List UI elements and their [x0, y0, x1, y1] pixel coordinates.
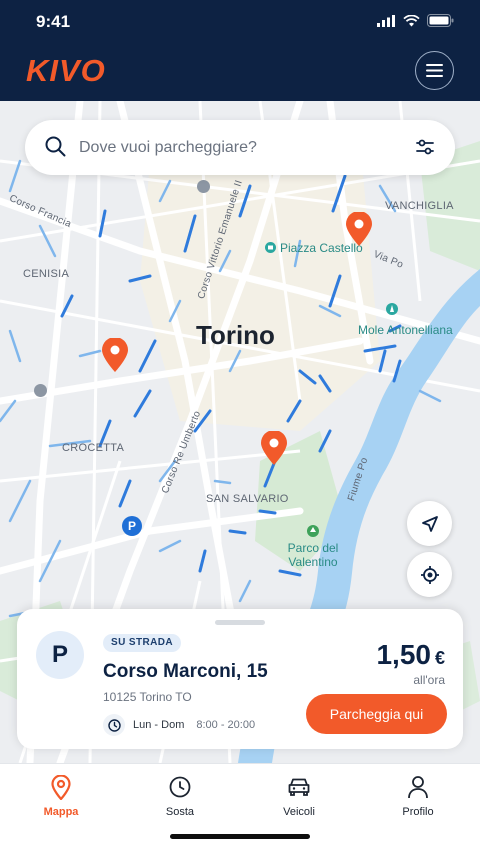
car-icon [288, 778, 310, 796]
tab-label: Profilo [402, 806, 434, 818]
map-label-vanchiglia: VANCHIGLIA [385, 200, 454, 212]
parking-type-badge: SU STRADA [103, 634, 181, 652]
tab-label: Veicoli [283, 806, 315, 818]
landmark-icon [386, 303, 398, 315]
app-header: 9:41 KIVO [0, 0, 480, 101]
parking-symbol: P [36, 631, 84, 679]
filter-sliders-icon[interactable] [415, 137, 435, 157]
tab-sosta[interactable]: Sosta [140, 774, 220, 818]
wifi-icon [403, 14, 420, 26]
poi-label-text: Parco del Valentino [287, 541, 339, 569]
poi-parco-valentino[interactable]: Parco del Valentino [282, 525, 344, 569]
search-input[interactable]: Dove vuoi parcheggiare? [79, 139, 257, 157]
menu-button[interactable] [415, 51, 454, 90]
map-label-cenisia: CENISIA [23, 268, 70, 280]
locate-me-icon [420, 565, 439, 584]
locate-me-button[interactable] [407, 552, 452, 597]
map-label-san-salvario: SAN SALVARIO [206, 493, 289, 505]
search-icon [45, 136, 66, 157]
navigation-arrow-icon [421, 515, 438, 532]
user-icon [408, 776, 428, 799]
tab-mappa[interactable]: Mappa [21, 774, 101, 818]
map-pin-icon [51, 774, 71, 800]
clock-icon [103, 714, 125, 736]
parking-city: 10125 Torino TO [103, 690, 192, 704]
parking-poi-icon[interactable]: P [122, 516, 142, 536]
train-station-icon [197, 180, 210, 193]
battery-icon [427, 14, 454, 27]
parking-pin[interactable] [102, 338, 128, 372]
parking-price: 1,50 € [376, 639, 445, 671]
parking-pin-selected[interactable] [261, 431, 287, 465]
poi-label-text: Mole Antonelliana [358, 323, 453, 337]
tab-label: Sosta [165, 806, 195, 818]
map-label-crocetta: CROCETTA [62, 442, 125, 454]
drag-handle[interactable] [215, 620, 265, 625]
status-time: 9:41 [36, 12, 71, 31]
parking-detail-card[interactable]: P SU STRADA Corso Marconi, 15 10125 Tori… [17, 609, 463, 749]
price-unit: all'ora [413, 673, 445, 687]
parking-address: Corso Marconi, 15 [103, 661, 268, 682]
navigate-button[interactable] [407, 501, 452, 546]
parking-hours: Lun - Dom 8:00 - 20:00 [103, 714, 255, 736]
map-city-label: Torino [196, 320, 275, 350]
status-bar: 9:41 [0, 0, 480, 44]
hamburger-menu-icon [426, 64, 443, 77]
price-value: 1,50 [376, 639, 431, 670]
search-bar[interactable]: Dove vuoi parcheggiare? [25, 120, 455, 175]
home-indicator[interactable] [170, 834, 310, 839]
kivo-logo: KIVO [26, 53, 106, 88]
museum-icon [265, 242, 276, 253]
cellular-signal-icon [377, 14, 395, 27]
park-icon [307, 525, 319, 537]
park-here-button[interactable]: Parcheggia qui [306, 694, 447, 734]
poi-mole-antonelliana[interactable]: Mole Antonelliana [358, 303, 453, 337]
tab-veicoli[interactable]: Veicoli [259, 774, 339, 818]
tab-profilo[interactable]: Profilo [378, 774, 458, 818]
bus-stop-icon [34, 384, 47, 397]
clock-icon [169, 776, 191, 798]
tab-label: Mappa [43, 806, 79, 818]
parking-time-range: 8:00 - 20:00 [196, 719, 256, 731]
price-currency: € [434, 648, 445, 668]
parking-pin[interactable] [346, 212, 372, 246]
status-icons [377, 14, 454, 27]
parking-days: Lun - Dom [133, 719, 185, 731]
